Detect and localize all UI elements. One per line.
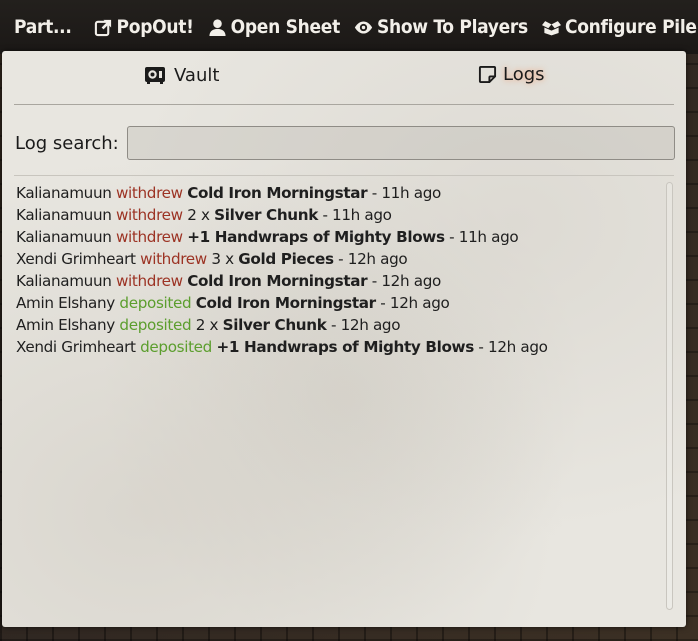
log-quantity: 3 x — [211, 250, 234, 268]
log-actor: Kalianamuun — [16, 272, 112, 290]
log-item: Cold Iron Morningstar — [187, 184, 368, 202]
log-search-label: Log search: — [15, 132, 119, 154]
log-item: +1 Handwraps of Mighty Blows — [187, 228, 445, 246]
log-time: - 12h ago — [380, 294, 450, 312]
window-title: Part... — [14, 16, 72, 38]
configure-pile-button[interactable]: Configure Pile — [541, 16, 697, 38]
log-search-input[interactable] — [126, 126, 675, 160]
log-entry: Xendi Grimheart deposited +1 Handwraps o… — [16, 336, 656, 358]
log-entry: Kalianamuun withdrew Cold Iron Morningst… — [16, 270, 656, 292]
tab-vault[interactable]: Vault — [144, 64, 219, 86]
log-search-row: Log search: — [15, 123, 675, 163]
log-actor: Kalianamuun — [16, 184, 112, 202]
tab-bar: Vault Logs — [14, 51, 674, 105]
show-to-players-button[interactable]: Show To Players — [354, 16, 528, 38]
show-to-players-label: Show To Players — [376, 16, 528, 38]
log-time: - 12h ago — [478, 338, 548, 356]
log-quantity: 2 x — [195, 316, 219, 334]
popout-button[interactable]: PopOut! — [94, 16, 194, 38]
log-item: +1 Handwraps of Mighty Blows — [216, 338, 474, 356]
log-entry: Kalianamuun withdrew +1 Handwraps of Mig… — [16, 226, 656, 248]
log-item: Silver Chunk — [214, 206, 318, 224]
log-item: Cold Iron Morningstar — [195, 294, 376, 312]
log-action: withdrew — [115, 184, 183, 202]
log-time: - 11h ago — [449, 228, 519, 246]
log-scrollbar[interactable] — [666, 182, 673, 610]
window-header: Part... PopOut! Open Sheet Show To Playe… — [0, 0, 698, 54]
log-entry: Kalianamuun withdrew 2 x Silver Chunk - … — [16, 204, 656, 226]
note-icon — [478, 65, 497, 84]
popout-label: PopOut! — [116, 16, 194, 38]
tab-logs-label: Logs — [503, 64, 545, 85]
log-quantity: 2 x — [187, 206, 210, 224]
log-action: deposited — [119, 294, 192, 312]
log-actor: Xendi Grimheart — [16, 338, 136, 356]
item-pile-window: Vault Logs Log search: Kalianamuun withd… — [2, 51, 686, 627]
user-icon — [209, 18, 226, 36]
tab-logs[interactable]: Logs — [478, 64, 545, 85]
box-open-icon — [541, 20, 561, 35]
log-entry: Xendi Grimheart withdrew 3 x Gold Pieces… — [16, 248, 656, 270]
log-action: withdrew — [140, 250, 207, 268]
log-time: - 12h ago — [371, 272, 442, 290]
open-sheet-button[interactable]: Open Sheet — [208, 16, 340, 38]
open-sheet-label: Open Sheet — [230, 16, 341, 38]
log-action: deposited — [119, 316, 192, 334]
log-action: withdrew — [115, 206, 183, 224]
configure-pile-label: Configure Pile — [564, 16, 697, 38]
log-item: Cold Iron Morningstar — [187, 272, 368, 290]
eye-icon — [354, 20, 373, 34]
divider — [14, 175, 674, 176]
log-actor: Xendi Grimheart — [16, 250, 136, 268]
log-item: Gold Pieces — [238, 250, 334, 268]
log-list: Kalianamuun withdrew Cold Iron Morningst… — [16, 182, 656, 358]
vault-icon — [145, 67, 165, 84]
external-link-icon — [94, 19, 111, 36]
log-action: withdrew — [115, 228, 183, 246]
log-item: Silver Chunk — [222, 316, 327, 334]
log-time: - 11h ago — [371, 184, 442, 202]
foundry-canvas-background: Part... PopOut! Open Sheet Show To Playe… — [0, 0, 698, 641]
log-time: - 12h ago — [338, 250, 408, 268]
log-actor: Amin Elshany — [16, 316, 115, 334]
log-entry: Amin Elshany deposited 2 x Silver Chunk … — [16, 314, 656, 336]
log-actor: Kalianamuun — [16, 228, 112, 246]
log-action: withdrew — [115, 272, 183, 290]
log-actor: Kalianamuun — [16, 206, 112, 224]
log-time: - 12h ago — [330, 316, 401, 334]
log-entry: Kalianamuun withdrew Cold Iron Morningst… — [16, 182, 656, 204]
tab-vault-label: Vault — [174, 64, 220, 86]
log-entry: Amin Elshany deposited Cold Iron Morning… — [16, 292, 656, 314]
log-time: - 11h ago — [322, 206, 392, 224]
log-actor: Amin Elshany — [16, 294, 115, 312]
log-action: deposited — [140, 338, 212, 356]
